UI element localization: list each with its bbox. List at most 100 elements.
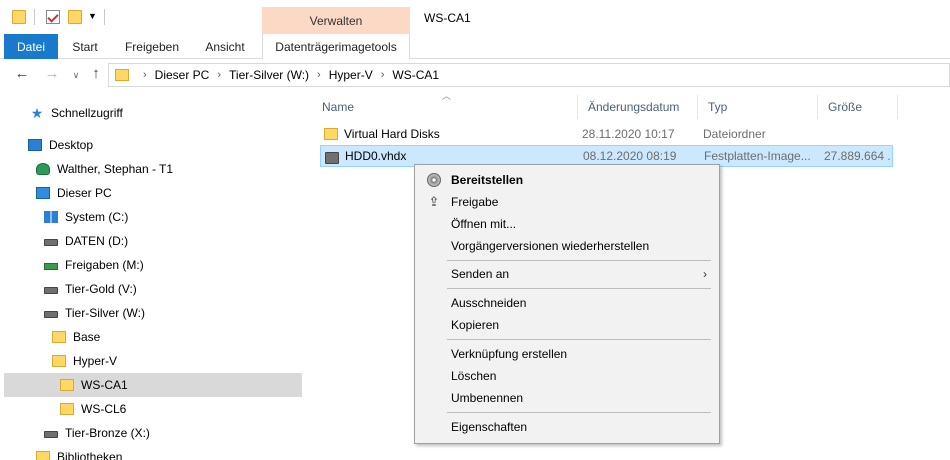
address-bar[interactable]: › Dieser PC › Tier-Silver (W:) › Hyper-V… xyxy=(108,63,950,87)
forward-arrow-icon[interactable]: → xyxy=(42,65,62,82)
menu-separator xyxy=(447,412,711,413)
drive-icon xyxy=(44,431,58,438)
sidebar-item-label: Tier-Silver (W:) xyxy=(65,306,145,320)
sidebar-item-system-c[interactable]: System (C:) xyxy=(44,205,300,229)
sidebar-item-base[interactable]: Base xyxy=(52,325,300,349)
breadcrumb-item[interactable]: Hyper-V xyxy=(329,68,373,82)
breadcrumb-chevron-icon[interactable]: › xyxy=(143,69,147,81)
separator xyxy=(34,9,35,25)
menu-item-verknuepfung-erstellen[interactable]: Verknüpfung erstellen xyxy=(417,343,717,365)
sidebar-item-label: WS-CL6 xyxy=(81,402,127,416)
menu-item-bereitstellen[interactable]: Bereitstellen xyxy=(417,169,717,191)
breadcrumb-item[interactable]: Dieser PC xyxy=(155,68,210,82)
sidebar-item-hyper-v[interactable]: Hyper-V xyxy=(52,349,300,373)
file-row[interactable]: Virtual Hard Disks 28.11.2020 10:17 Date… xyxy=(320,123,893,145)
tab-ansicht[interactable]: Ansicht xyxy=(192,34,258,59)
navigation-bar: ← → ∨ ↑ › Dieser PC › Tier-Silver (W:) ›… xyxy=(0,59,950,91)
tab-datei[interactable]: Datei xyxy=(4,34,58,59)
file-name: Virtual Hard Disks xyxy=(344,127,440,141)
drive-icon xyxy=(44,239,58,246)
libraries-icon xyxy=(36,451,50,460)
network-drive-icon xyxy=(44,263,58,270)
menu-separator xyxy=(447,288,711,289)
window-title: WS-CA1 xyxy=(424,11,471,25)
sidebar-item-tier-silver[interactable]: Tier-Silver (W:) xyxy=(44,301,300,325)
sidebar-item-label: Dieser PC xyxy=(57,186,112,200)
tab-start[interactable]: Start xyxy=(58,34,112,59)
sidebar-item-desktop[interactable]: Desktop xyxy=(28,133,300,157)
tab-freigeben[interactable]: Freigeben xyxy=(112,34,192,59)
column-header-name[interactable]: Name xyxy=(312,95,578,119)
disc-icon xyxy=(427,173,441,187)
file-type: Festplatten-Image... xyxy=(704,149,811,163)
file-size: 27.889.664 ... xyxy=(824,149,890,163)
drive-icon xyxy=(325,151,339,164)
folder-icon xyxy=(60,379,74,391)
sidebar-item-freigaben-m[interactable]: Freigaben (M:) xyxy=(44,253,300,277)
file-date: 08.12.2020 08:19 xyxy=(583,149,677,163)
breadcrumb-item[interactable]: Tier-Silver (W:) xyxy=(229,68,309,82)
breadcrumb-chevron-icon[interactable]: › xyxy=(381,69,385,81)
navigation-pane: ★ Schnellzugriff Desktop Walther, Stepha… xyxy=(0,91,302,460)
folder-icon xyxy=(115,69,129,81)
computer-icon xyxy=(36,187,50,199)
drive-icon xyxy=(44,311,58,318)
folder-icon xyxy=(12,10,26,24)
sidebar-item-label: Hyper-V xyxy=(73,354,118,368)
menu-item-umbenennen[interactable]: Umbenennen xyxy=(417,387,717,409)
sidebar-item-daten-d[interactable]: DATEN (D:) xyxy=(44,229,300,253)
menu-item-freigabe[interactable]: ⇪ Freigabe xyxy=(417,191,717,213)
quick-access-dropdown-icon[interactable]: ▼ xyxy=(88,11,97,21)
sidebar-item-label: DATEN (D:) xyxy=(65,234,129,248)
sidebar-item-user[interactable]: Walther, Stephan - T1 xyxy=(36,157,300,181)
breadcrumb-chevron-icon[interactable]: › xyxy=(217,69,221,81)
folder-icon xyxy=(60,403,74,415)
menu-item-kopieren[interactable]: Kopieren xyxy=(417,314,717,336)
separator xyxy=(104,9,105,25)
sidebar-item-dieser-pc[interactable]: Dieser PC xyxy=(36,181,300,205)
sidebar-item-ws-cl6[interactable]: WS-CL6 xyxy=(60,397,300,421)
context-menu: Bereitstellen ⇪ Freigabe Öffnen mit... V… xyxy=(414,164,720,444)
menu-item-eigenschaften[interactable]: Eigenschaften xyxy=(417,416,717,438)
menu-item-senden-an[interactable]: Senden an › xyxy=(417,263,717,285)
up-arrow-icon[interactable]: ↑ xyxy=(86,65,106,82)
file-name: HDD0.vhdx xyxy=(345,149,407,163)
sidebar-item-label: System (C:) xyxy=(65,210,129,224)
ribbon-tabs: Datei Start Freigeben Ansicht Datenträge… xyxy=(0,34,950,59)
breadcrumb-item[interactable]: WS-CA1 xyxy=(392,68,439,82)
menu-item-vorgaengerversionen[interactable]: Vorgängerversionen wiederherstellen xyxy=(417,235,717,257)
sidebar-item-tier-bronze[interactable]: Tier-Bronze (X:) xyxy=(44,421,300,445)
sidebar-item-tier-gold[interactable]: Tier-Gold (V:) xyxy=(44,277,300,301)
title-bar: ▼ Verwalten WS-CA1 xyxy=(0,0,950,34)
menu-item-oeffnen-mit[interactable]: Öffnen mit... xyxy=(417,213,717,235)
column-header-size[interactable]: Größe xyxy=(818,95,898,119)
file-date: 28.11.2020 10:17 xyxy=(582,127,675,141)
sidebar-item-label: Base xyxy=(73,330,101,344)
user-icon xyxy=(36,163,50,175)
sidebar-item-label: Desktop xyxy=(49,138,94,152)
sidebar-item-label: Walther, Stephan - T1 xyxy=(57,162,174,176)
menu-item-ausschneiden[interactable]: Ausschneiden xyxy=(417,292,717,314)
folder-icon xyxy=(52,331,66,343)
chevron-right-icon: › xyxy=(703,267,707,281)
folder-icon xyxy=(324,128,338,140)
sidebar-item-schnellzugriff[interactable]: ★ Schnellzugriff xyxy=(30,101,300,125)
new-folder-icon[interactable] xyxy=(68,10,82,24)
menu-separator xyxy=(447,260,711,261)
sidebar-item-ws-ca1[interactable]: WS-CA1 xyxy=(4,373,302,397)
context-tab-header: Verwalten xyxy=(262,7,410,34)
column-header-date[interactable]: Änderungsdatum xyxy=(578,95,698,119)
sidebar-item-label: Freigaben (M:) xyxy=(65,258,144,272)
menu-item-loeschen[interactable]: Löschen xyxy=(417,365,717,387)
tab-datentraegerimagetools[interactable]: Datenträgerimagetools xyxy=(262,34,410,59)
breadcrumb-chevron-icon[interactable]: › xyxy=(317,69,321,81)
back-arrow-icon[interactable]: ← xyxy=(12,65,32,82)
recent-locations-chevron-icon[interactable]: ∨ xyxy=(66,70,86,81)
sidebar-item-label: Tier-Gold (V:) xyxy=(65,282,137,296)
properties-check-icon[interactable] xyxy=(46,10,60,24)
column-header-type[interactable]: Typ xyxy=(698,95,818,119)
sidebar-item-label: Schnellzugriff xyxy=(51,106,123,120)
sidebar-item-label: Bibliotheken xyxy=(57,450,123,460)
sidebar-item-label: WS-CA1 xyxy=(81,378,128,392)
sidebar-item-bibliotheken[interactable]: Bibliotheken xyxy=(36,445,300,460)
